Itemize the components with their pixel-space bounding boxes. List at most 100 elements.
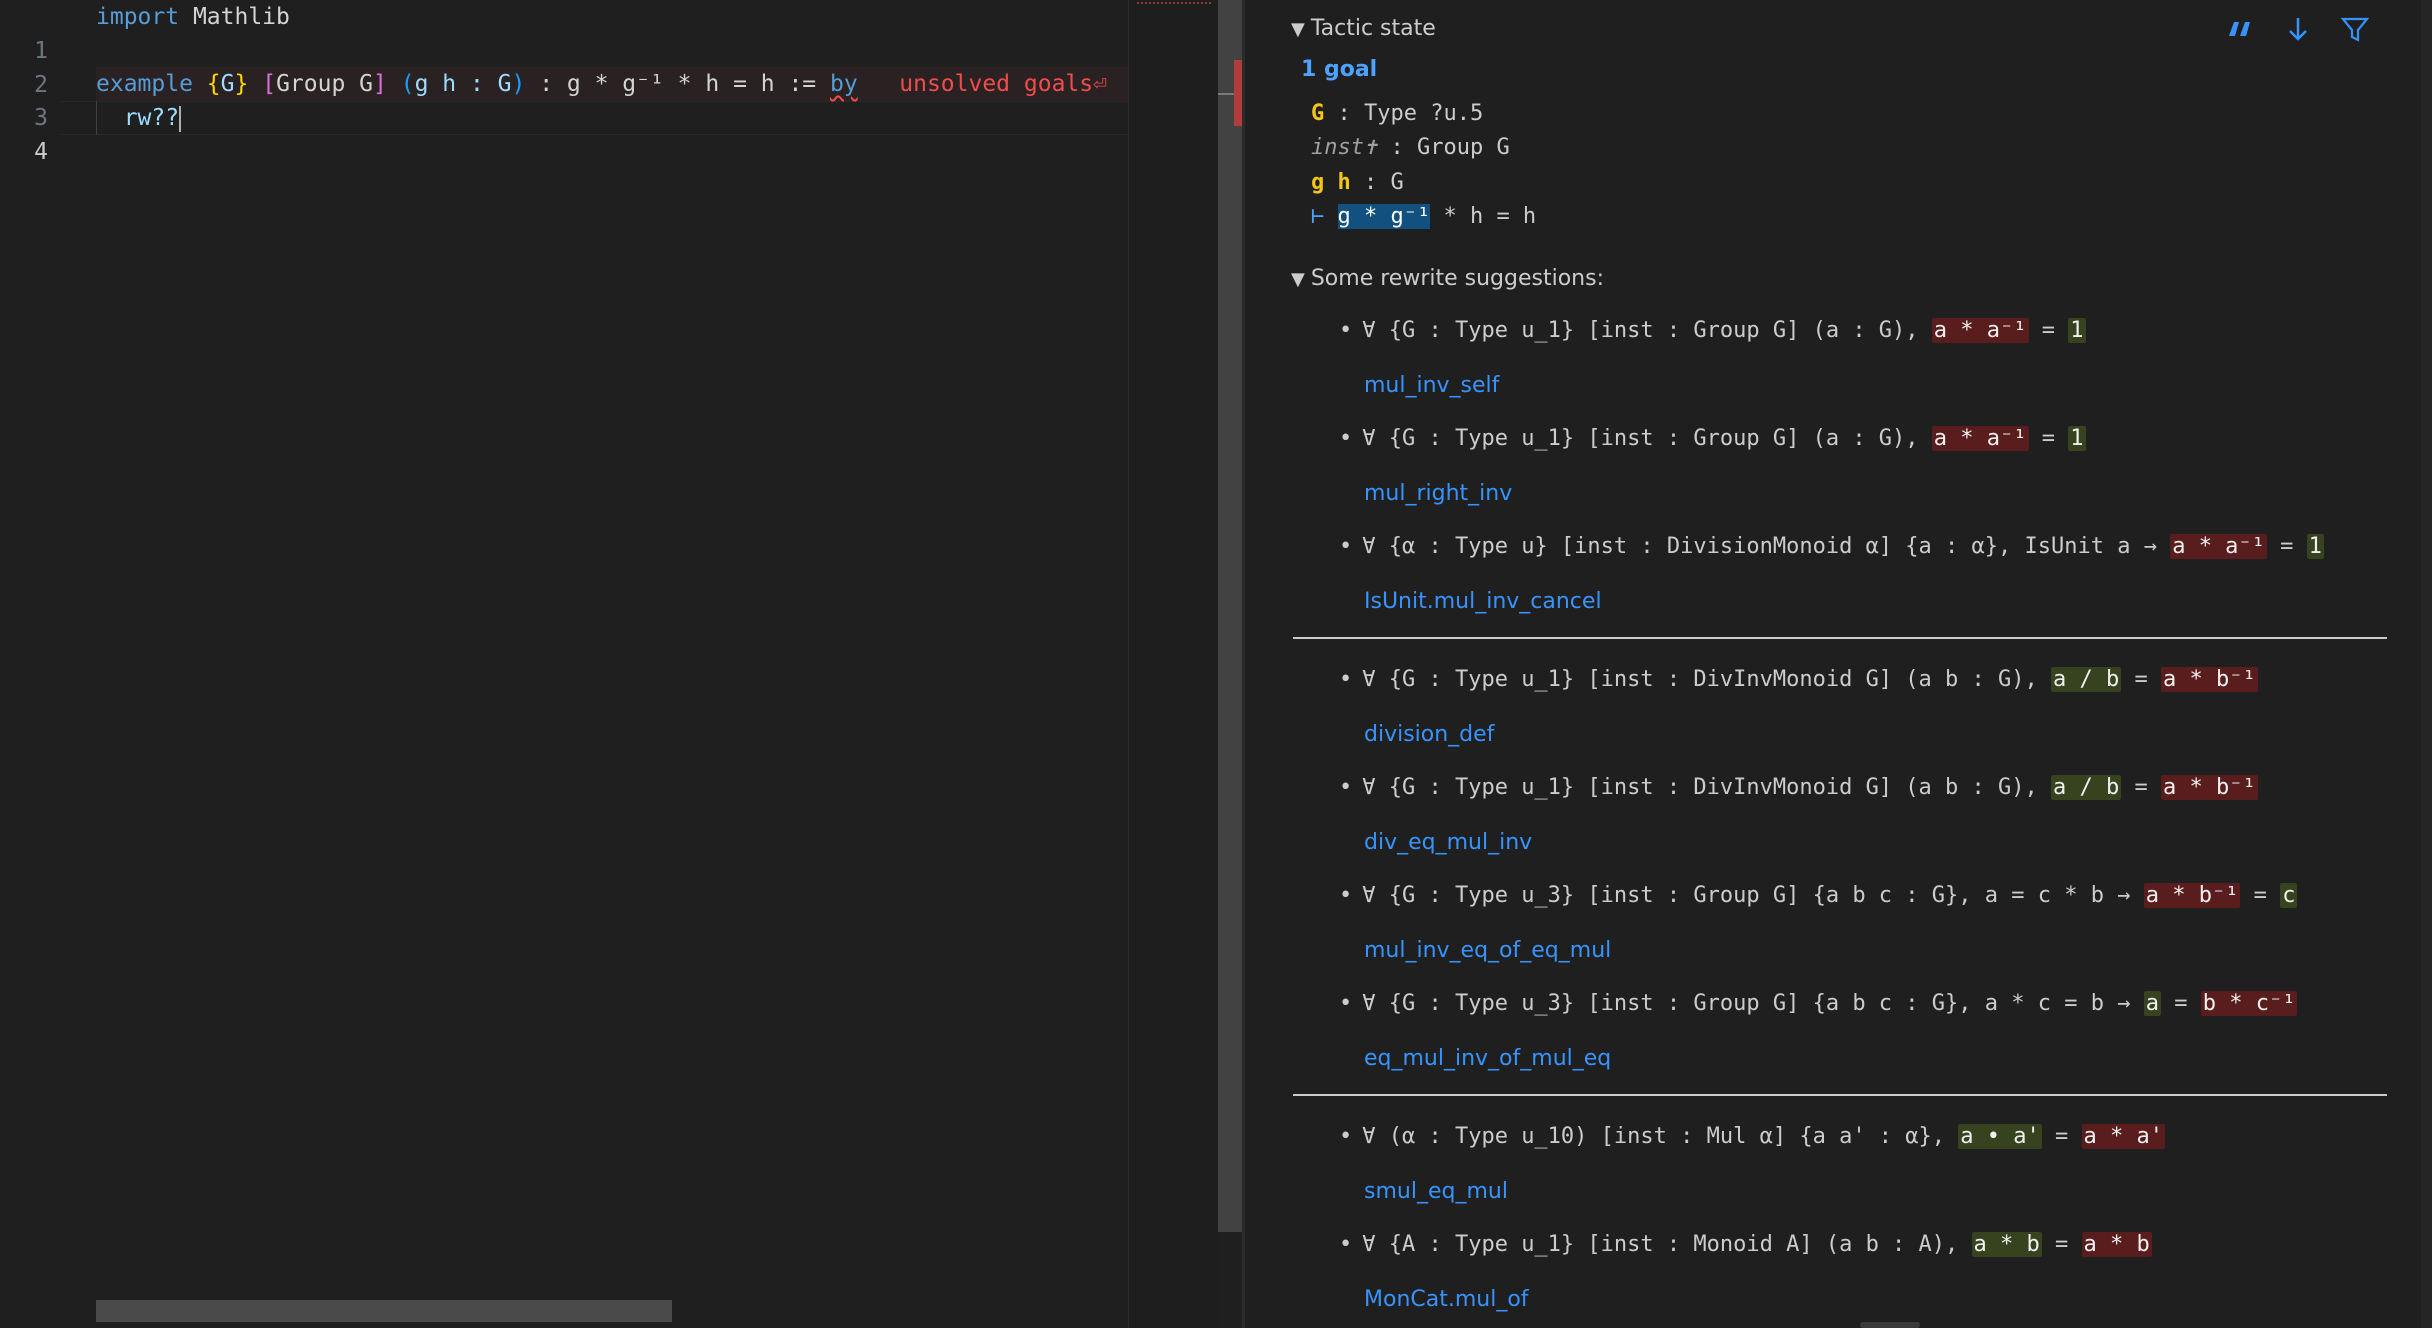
- filter-icon[interactable]: [2340, 14, 2370, 44]
- tactic-state-header[interactable]: ▼ Tactic state: [1291, 16, 1436, 41]
- by-keyword[interactable]: by: [830, 71, 858, 97]
- statement: : g * g⁻¹ * h = h :=: [525, 71, 830, 97]
- rewrite-from: a * b: [1971, 1232, 2042, 1257]
- code-editor[interactable]: 1 import Mathlib 2 3 example {G} [Group …: [0, 0, 1128, 1328]
- rewrite-to: a * b: [2081, 1232, 2152, 1257]
- binder-gh: g h : G: [414, 71, 512, 97]
- rewrite-from: a: [2143, 991, 2161, 1016]
- rewrite-from: a • a': [1958, 1124, 2042, 1149]
- suggestion-prefix: ∀ {G : Type u_3} [inst : Group G] {a b c…: [1362, 991, 2144, 1016]
- rewrite-to: c: [2280, 883, 2298, 908]
- rewrite-from: a / b: [2051, 775, 2122, 800]
- text-cursor: [179, 105, 182, 132]
- rewrite-to: 1: [2068, 426, 2086, 451]
- lean-infoview: ▼ Tactic state 1 goal G : Type ?u.5 inst✝…: [1245, 0, 2432, 1328]
- collapse-triangle-icon: ▼: [1291, 269, 1305, 290]
- suggestion-prefix: ∀ {G : Type u_3} [inst : Group G] {a b c…: [1362, 883, 2144, 908]
- horizontal-scrollbar[interactable]: [96, 1300, 672, 1322]
- suggestion-prefix: ∀ {α : Type u} [inst : DivisionMonoid α]…: [1362, 534, 2171, 559]
- import-keyword: import: [96, 4, 180, 30]
- hyp-name: G: [1311, 101, 1325, 126]
- rewrite-from: a * a⁻¹: [1931, 318, 2029, 343]
- collapse-triangle-icon: ▼: [1291, 19, 1305, 40]
- equals: =: [2240, 883, 2281, 908]
- suggestion-statement: • ∀ {G : Type u_1} [inst : DivInvMonoid G…: [1339, 775, 2258, 800]
- lemma-link[interactable]: div_eq_mul_inv: [1364, 830, 1532, 855]
- suggestion-prefix: ∀ {A : Type u_1} [inst : Monoid A] (a b …: [1362, 1232, 1972, 1257]
- tactic-state-label: Tactic state: [1310, 16, 1436, 41]
- hyp-type: : Type ?u.5: [1324, 101, 1484, 126]
- goal-rest: * h = h: [1430, 204, 1537, 229]
- selected-subterm[interactable]: g * g⁻¹: [1337, 204, 1431, 229]
- suggestion-prefix: ∀ {G : Type u_1} [inst : DivInvMonoid G]…: [1362, 667, 2051, 692]
- editor-line-3[interactable]: 3 example {G} [Group G] (g h : G) : g * …: [0, 67, 1128, 131]
- indent-guide: [96, 101, 97, 135]
- editor-line-2[interactable]: 2: [0, 34, 1128, 98]
- infoview-scrollbar[interactable]: [2421, 0, 2432, 1328]
- example-keyword: example: [96, 71, 193, 97]
- lemma-link[interactable]: mul_inv_eq_of_eq_mul: [1364, 938, 1611, 963]
- quote-icon[interactable]: [2225, 14, 2255, 44]
- minimap[interactable]: [1128, 0, 1218, 1328]
- lemma-link[interactable]: division_def: [1364, 722, 1494, 747]
- hypothesis-gh[interactable]: g h : G: [1311, 170, 1404, 195]
- error-inline-message[interactable]: unsolved goals⏎: [858, 71, 1107, 97]
- suggestion-statement: • ∀ {G : Type u_1} [inst : DivInvMonoid G…: [1339, 667, 2258, 692]
- lemma-link[interactable]: IsUnit.mul_inv_cancel: [1364, 589, 1602, 614]
- suggestion-prefix: ∀ {G : Type u_1} [inst : DivInvMonoid G]…: [1362, 775, 2051, 800]
- rewrite-to: 1: [2068, 318, 2086, 343]
- lemma-link[interactable]: smul_eq_mul: [1364, 1179, 1508, 1204]
- rewrite-to: a * b⁻¹: [2160, 667, 2258, 692]
- suggestion-statement: • ∀ {G : Type u_1} [inst : Group G] (a : …: [1339, 318, 2086, 343]
- rewrite-to: a * b⁻¹: [2160, 775, 2258, 800]
- suggestion-statement: • ∀ {G : Type u_3} [inst : Group G] {a b …: [1339, 883, 2298, 908]
- rewrite-to: a * a': [2081, 1124, 2165, 1149]
- rewrite-suggestions-label: Some rewrite suggestions:: [1310, 266, 1604, 291]
- goal-count: 1 goal: [1301, 57, 1378, 82]
- suggestion-prefix: ∀ {G : Type u_1} [inst : Group G] (a : G…: [1362, 426, 1932, 451]
- suggestion-statement: • ∀ {G : Type u_3} [inst : Group G] {a b …: [1339, 991, 2298, 1016]
- group-separator: [1293, 637, 2387, 639]
- editor-line-1[interactable]: 1 import Mathlib: [0, 0, 1128, 64]
- binder-group: Group G: [276, 71, 373, 97]
- bracket: ]: [373, 71, 387, 97]
- rewrite-from: a * a⁻¹: [2170, 534, 2267, 559]
- rewrite-from: a * a⁻¹: [1931, 426, 2029, 451]
- turnstile: ⊢: [1311, 204, 1338, 229]
- lemma-link[interactable]: MonCat.mul_of: [1364, 1287, 1529, 1312]
- scrollbar-error-marker: [1234, 60, 1242, 126]
- rewrite-suggestions-header[interactable]: ▼ Some rewrite suggestions:: [1291, 266, 1604, 291]
- hyp-type: : G: [1350, 170, 1404, 195]
- rewrite-from: a / b: [2051, 667, 2122, 692]
- bracket: [: [248, 71, 277, 97]
- hyp-name: inst✝: [1311, 135, 1378, 160]
- lemma-link[interactable]: mul_right_inv: [1364, 481, 1512, 506]
- bracket: (: [386, 71, 415, 97]
- bracket: }: [234, 71, 249, 97]
- equals: =: [2028, 318, 2069, 343]
- line-number: 4: [34, 139, 48, 165]
- equals: =: [2266, 534, 2307, 559]
- equals: =: [2041, 1232, 2082, 1257]
- resize-grip[interactable]: [1860, 1322, 1920, 1328]
- bracket: ): [511, 71, 526, 97]
- equals: =: [2160, 991, 2201, 1016]
- binder-G: G: [220, 71, 235, 97]
- arrow-down-icon[interactable]: [2283, 14, 2313, 44]
- equals: =: [2041, 1124, 2082, 1149]
- editor-line-4[interactable]: 4 rw??: [0, 101, 1128, 165]
- suggestion-statement: • ∀ {α : Type u} [inst : DivisionMonoid α…: [1339, 534, 2324, 559]
- bracket: {: [192, 71, 221, 97]
- lemma-link[interactable]: eq_mul_inv_of_mul_eq: [1364, 1046, 1611, 1071]
- goal-target[interactable]: ⊢ g * g⁻¹ * h = h: [1311, 204, 1536, 229]
- equals: =: [2121, 667, 2161, 692]
- suggestion-prefix: ∀ {G : Type u_1} [inst : Group G] (a : G…: [1362, 318, 1932, 343]
- vertical-scrollbar[interactable]: [1218, 0, 1242, 1232]
- hypothesis-inst[interactable]: inst✝ : Group G: [1311, 135, 1510, 160]
- hyp-type: : Group G: [1377, 135, 1510, 160]
- lemma-link[interactable]: mul_inv_self: [1364, 373, 1499, 398]
- minimap-error-mark: [1137, 2, 1211, 6]
- rewrite-to: 1: [2306, 534, 2324, 559]
- suggestion-statement: • ∀ {A : Type u_1} [inst : Monoid A] (a b…: [1339, 1232, 2152, 1257]
- hypothesis-G[interactable]: G : Type ?u.5: [1311, 101, 1483, 126]
